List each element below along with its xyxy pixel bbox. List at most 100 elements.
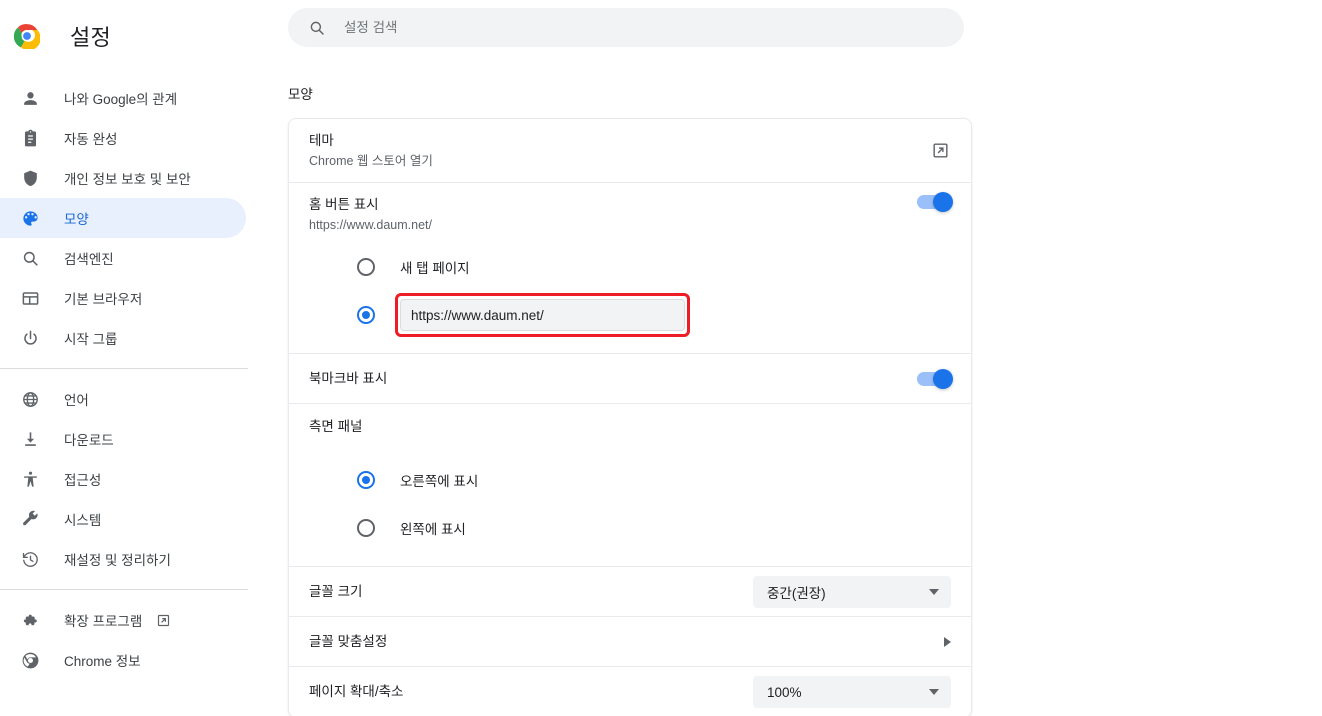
search-input[interactable]	[344, 20, 904, 35]
sidebar-item-label: 언어	[64, 389, 89, 409]
home-option-new-tab[interactable]: 새 탭 페이지	[289, 243, 971, 291]
puzzle-icon	[20, 610, 40, 630]
home-button-text: 홈 버튼 표시 https://www.daum.net/	[309, 195, 432, 235]
sidebar-item-reset-cleanup[interactable]: 재설정 및 정리하기	[0, 539, 246, 579]
toggle-knob	[933, 369, 953, 389]
sidebar-item-label: 나와 Google의 관계	[64, 88, 177, 108]
search-icon	[20, 248, 40, 268]
download-icon	[20, 429, 40, 449]
person-icon	[20, 88, 40, 108]
sidebar-item-privacy-security[interactable]: 개인 정보 보호 및 보안	[0, 158, 246, 198]
side-panel-row: 측면 패널	[289, 404, 971, 452]
sidebar-item-label: 시스템	[64, 509, 101, 529]
sidebar-nav: 나와 Google의 관계 자동 완성 개인 정보 보호 및 보안 모양	[0, 78, 280, 680]
chevron-right-icon[interactable]	[944, 637, 951, 647]
sidebar-item-languages[interactable]: 언어	[0, 379, 246, 419]
toggle-knob	[933, 192, 953, 212]
page-zoom-dropdown[interactable]: 100%	[753, 676, 951, 708]
side-panel-option-right[interactable]: 오른쪽에 표시	[289, 456, 971, 504]
sidebar-item-accessibility[interactable]: 접근성	[0, 459, 246, 499]
side-panel-title: 측면 패널	[309, 417, 362, 437]
sidebar-item-autofill[interactable]: 자동 완성	[0, 118, 246, 158]
bookmarks-bar-title: 북마크바 표시	[309, 369, 387, 389]
page-title: 모양	[288, 83, 313, 103]
globe-icon	[20, 389, 40, 409]
sidebar-item-label: Chrome 정보	[64, 650, 141, 670]
chrome-outline-icon	[20, 650, 40, 670]
sidebar-item-about-chrome[interactable]: Chrome 정보	[0, 640, 246, 680]
home-option-custom-url[interactable]	[289, 291, 971, 339]
bookmarks-bar-row[interactable]: 북마크바 표시	[289, 354, 971, 404]
sidebar-item-label: 접근성	[64, 469, 101, 489]
radio-button-selected[interactable]	[357, 306, 375, 324]
sidebar-item-default-browser[interactable]: 기본 브라우저	[0, 278, 246, 318]
chrome-logo-icon	[14, 23, 40, 49]
page-zoom-row[interactable]: 페이지 확대/축소 100%	[289, 667, 971, 716]
side-panel-option-label: 오른쪽에 표시	[400, 470, 478, 490]
browser-window-icon	[20, 288, 40, 308]
app-title: 설정	[70, 20, 111, 52]
radio-button[interactable]	[357, 258, 375, 276]
sidebar-item-label: 모양	[64, 208, 89, 228]
theme-row[interactable]: 테마 Chrome 웹 스토어 열기	[289, 119, 971, 183]
open-in-new-icon[interactable]	[929, 140, 951, 162]
palette-icon	[20, 208, 40, 228]
radio-button-selected[interactable]	[357, 471, 375, 489]
home-option-label: 새 탭 페이지	[400, 257, 470, 277]
appearance-settings-card: 테마 Chrome 웹 스토어 열기 홈 버튼 표시 https://www.d…	[288, 118, 972, 716]
home-url-input-wrapper	[400, 299, 685, 331]
power-icon	[20, 328, 40, 348]
home-button-row: 홈 버튼 표시 https://www.daum.net/	[289, 183, 971, 239]
font-size-value: 중간(권장)	[767, 582, 826, 602]
page-zoom-value: 100%	[767, 685, 802, 700]
main-content: 모양 테마 Chrome 웹 스토어 열기 홈 버튼 표시 https://ww…	[280, 0, 1322, 716]
sidebar-item-label: 자동 완성	[64, 128, 117, 148]
sidebar-item-extensions[interactable]: 확장 프로그램	[0, 600, 246, 640]
sidebar-item-label: 개인 정보 보호 및 보안	[64, 168, 191, 188]
font-size-title: 글꼴 크기	[309, 582, 362, 602]
side-panel-option-label: 왼쪽에 표시	[400, 518, 466, 538]
search-icon	[308, 19, 326, 37]
app-brand: 설정	[0, 8, 280, 64]
font-size-row[interactable]: 글꼴 크기 중간(권장)	[289, 567, 971, 617]
sidebar-item-appearance[interactable]: 모양	[0, 198, 246, 238]
chevron-down-icon	[929, 689, 939, 695]
theme-text: 테마 Chrome 웹 스토어 열기	[309, 131, 433, 171]
sidebar-item-downloads[interactable]: 다운로드	[0, 419, 246, 459]
theme-title: 테마	[309, 131, 433, 151]
clipboard-icon	[20, 128, 40, 148]
customize-fonts-title: 글꼴 맞춤설정	[309, 632, 387, 652]
wrench-icon	[20, 509, 40, 529]
customize-fonts-row[interactable]: 글꼴 맞춤설정	[289, 617, 971, 667]
chevron-down-icon	[929, 589, 939, 595]
sidebar: 설정 나와 Google의 관계 자동 완성 개인 정보 보호 및 보안	[0, 0, 280, 716]
sidebar-divider-1	[0, 368, 248, 369]
sidebar-item-system[interactable]: 시스템	[0, 499, 246, 539]
home-button-title: 홈 버튼 표시	[309, 195, 432, 215]
accessibility-icon	[20, 469, 40, 489]
home-button-options: 새 탭 페이지	[289, 239, 971, 354]
shield-icon	[20, 168, 40, 188]
sidebar-item-label: 재설정 및 정리하기	[64, 549, 171, 569]
sidebar-item-label: 기본 브라우저	[64, 288, 142, 308]
sidebar-item-label: 시작 그룹	[64, 328, 117, 348]
side-panel-option-left[interactable]: 왼쪽에 표시	[289, 504, 971, 552]
open-in-new-icon[interactable]	[156, 613, 171, 628]
history-restore-icon	[20, 549, 40, 569]
home-url-input[interactable]	[400, 299, 685, 331]
sidebar-item-on-startup[interactable]: 시작 그룹	[0, 318, 246, 358]
bookmarks-bar-toggle[interactable]	[917, 372, 951, 386]
sidebar-item-label: 다운로드	[64, 429, 114, 449]
theme-subtitle: Chrome 웹 스토어 열기	[309, 152, 433, 171]
home-button-url-label: https://www.daum.net/	[309, 216, 432, 235]
sidebar-item-label: 검색엔진	[64, 248, 114, 268]
sidebar-item-you-and-google[interactable]: 나와 Google의 관계	[0, 78, 246, 118]
radio-button[interactable]	[357, 519, 375, 537]
search-bar[interactable]	[288, 8, 964, 47]
font-size-dropdown[interactable]: 중간(권장)	[753, 576, 951, 608]
home-button-toggle[interactable]	[917, 195, 951, 209]
side-panel-options: 오른쪽에 표시 왼쪽에 표시	[289, 452, 971, 567]
sidebar-item-search-engine[interactable]: 검색엔진	[0, 238, 246, 278]
sidebar-item-label: 확장 프로그램	[64, 610, 142, 630]
sidebar-divider-2	[0, 589, 248, 590]
